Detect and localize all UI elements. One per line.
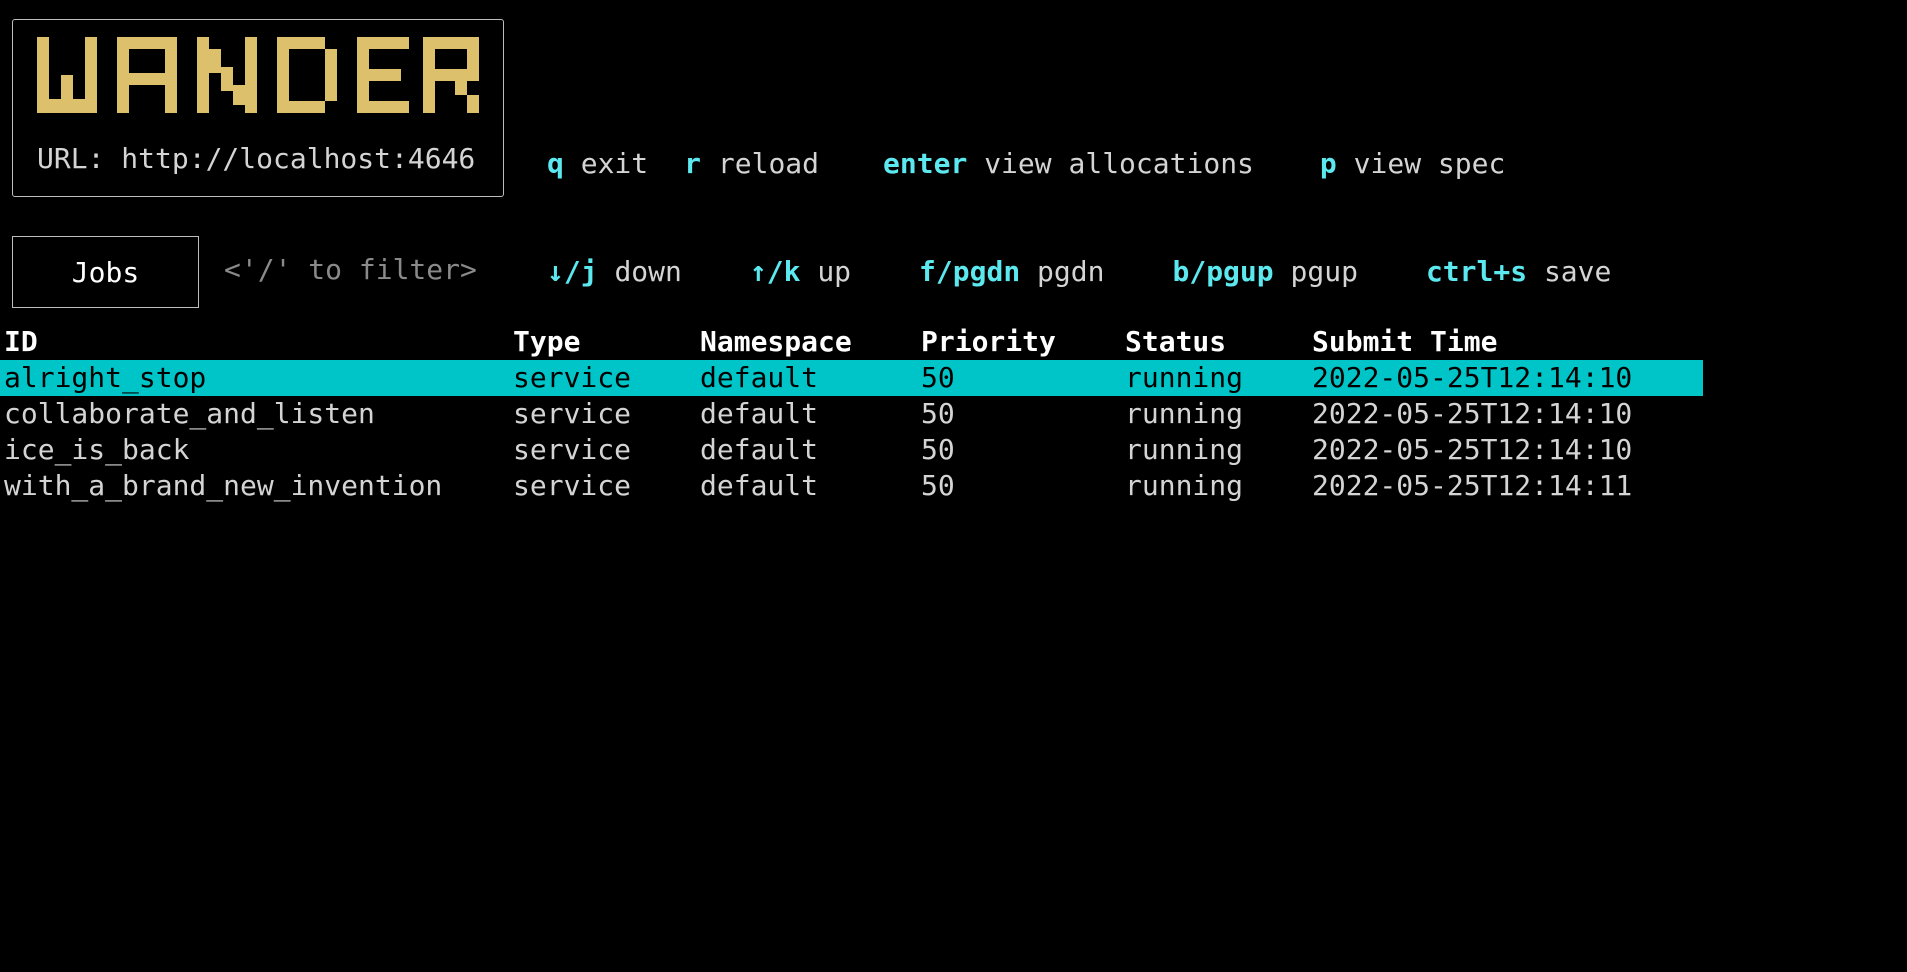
jobs-view-tab-label: Jobs [71, 255, 140, 289]
job-namespace: default [700, 469, 819, 502]
keybinding-down: ↓/j down [547, 254, 682, 290]
job-priority: 50 [921, 433, 955, 466]
key-label: ↑/k [749, 255, 801, 288]
key-label: ctrl+s [1425, 255, 1528, 288]
key-label: b/pgup [1172, 255, 1274, 288]
column-header-type: Type [513, 325, 581, 358]
job-namespace: default [700, 433, 819, 466]
column-header-priority: Priority [921, 325, 1056, 358]
keybinding-view-allocations: enter view allocations [883, 146, 1254, 182]
job-id: with_a_brand_new_invention [4, 469, 443, 502]
keybinding-row: ↓/j down ↑/k up f/pgdn pgdn b/pgup pgup … [547, 254, 1647, 290]
column-header-status: Status [1125, 325, 1227, 358]
column-header-id: ID [4, 325, 38, 358]
job-submit-time: 2022-05-25T12:14:10 [1312, 397, 1633, 430]
jobs-table: ID Type Namespace Priority Status Submit… [0, 324, 1703, 504]
keybinding-help: q exit r reload enter view allocations p… [547, 74, 1647, 326]
job-namespace: default [700, 397, 819, 430]
table-row[interactable]: with_a_brand_new_invention service defau… [0, 468, 1703, 504]
wander-logo [37, 37, 479, 113]
table-row[interactable]: ice_is_back service default 50 running 2… [0, 432, 1703, 468]
job-priority: 50 [921, 361, 955, 394]
job-namespace: default [700, 361, 819, 394]
filter-input[interactable]: <'/' to filter> [224, 253, 477, 286]
key-description: view allocations [984, 147, 1254, 180]
table-row[interactable]: collaborate_and_listen service default 5… [0, 396, 1703, 432]
column-header-namespace: Namespace [700, 325, 852, 358]
key-label: ↓/j [547, 255, 598, 288]
job-status: running [1125, 397, 1244, 430]
key-label: enter [883, 147, 968, 180]
keybinding-exit: q exit [547, 146, 648, 182]
job-submit-time: 2022-05-25T12:14:11 [1312, 469, 1633, 502]
keybinding-reload: r reload [684, 146, 819, 182]
job-status: running [1125, 433, 1244, 466]
job-priority: 50 [921, 469, 955, 502]
job-type: service [513, 397, 632, 430]
job-status: running [1125, 361, 1244, 394]
table-row-selected[interactable]: alright_stop service default 50 running … [0, 360, 1703, 396]
key-description: save [1543, 255, 1612, 288]
job-status: running [1125, 469, 1244, 502]
job-submit-time: 2022-05-25T12:14:10 [1312, 361, 1633, 394]
key-description: exit [580, 147, 649, 180]
keybinding-pgdn: f/pgdn pgdn [919, 254, 1104, 290]
key-label: q [547, 147, 564, 180]
keybinding-view-spec: p view spec [1320, 146, 1505, 182]
job-id: ice_is_back [4, 433, 190, 466]
keybinding-up: ↑/k up [750, 254, 851, 290]
column-header-submit-time: Submit Time [1312, 325, 1498, 358]
key-description: reload [717, 147, 820, 180]
key-description: view spec [1353, 147, 1506, 180]
key-description: pgup [1290, 255, 1358, 288]
key-description: up [817, 255, 852, 288]
jobs-view-tab[interactable]: Jobs [12, 236, 199, 308]
job-type: service [513, 469, 632, 502]
key-description: down [614, 255, 682, 288]
key-description: pgdn [1037, 255, 1105, 288]
key-label: p [1319, 147, 1337, 180]
server-url: URL: http://localhost:4646 [37, 142, 476, 175]
keybinding-row: q exit r reload enter view allocations p… [547, 146, 1647, 182]
job-type: service [513, 361, 632, 394]
job-priority: 50 [921, 397, 955, 430]
header-box: URL: http://localhost:4646 [12, 19, 504, 197]
job-type: service [513, 433, 632, 466]
job-submit-time: 2022-05-25T12:14:10 [1312, 433, 1633, 466]
job-id: collaborate_and_listen [4, 397, 375, 430]
table-header-row: ID Type Namespace Priority Status Submit… [0, 324, 1703, 360]
keybinding-save: ctrl+s save [1426, 254, 1611, 290]
keybinding-pgup: b/pgup pgup [1172, 254, 1357, 290]
key-label: r [684, 147, 702, 180]
job-id: alright_stop [4, 361, 207, 394]
key-label: f/pgdn [919, 255, 1021, 288]
